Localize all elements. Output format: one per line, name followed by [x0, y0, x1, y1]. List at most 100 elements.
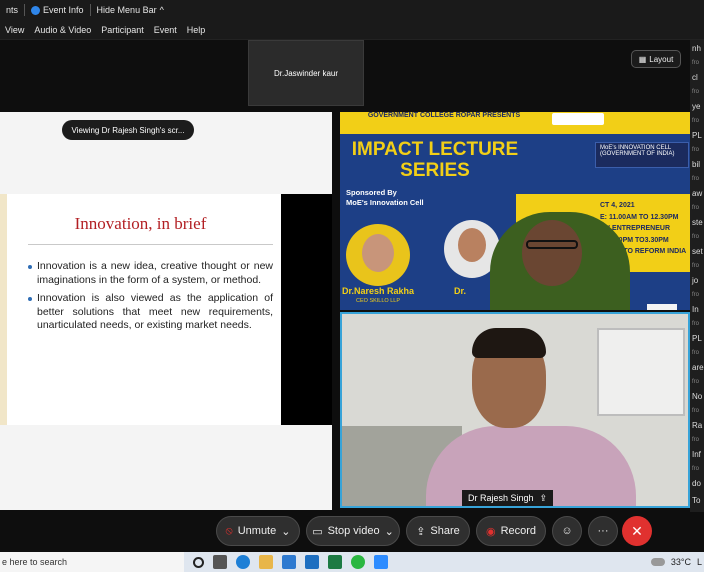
menu-item-view[interactable]: View	[0, 25, 29, 35]
chevron-down-icon: ⌄	[281, 525, 291, 538]
chat-message: In	[692, 305, 699, 314]
speaker-name: Dr.	[454, 286, 467, 296]
cell-sub: (GOVERNMENT OF INDIA)	[600, 151, 675, 157]
top-bar: nts Event Info Hide Menu Bar ^	[0, 0, 704, 20]
video-camera-icon: ▭	[312, 525, 323, 538]
cortana-icon[interactable]	[193, 556, 204, 568]
weather-icon	[650, 558, 665, 566]
participants-label: nts	[6, 5, 19, 15]
layout-label: Layout	[649, 54, 674, 64]
chat-message: ye	[692, 102, 701, 111]
chat-panel[interactable]: nh fro cl fro ye fro PL fro bil fro aw f…	[690, 40, 704, 516]
chat-meta: fro	[692, 234, 700, 240]
smiley-icon: ☺	[561, 525, 573, 537]
system-tray: 33°C L	[650, 552, 704, 572]
chat-message: nh	[692, 44, 701, 53]
participants-tab[interactable]: nts	[0, 5, 24, 15]
chevron-down-icon: ⌄	[384, 525, 394, 538]
chat-message: cl	[692, 73, 698, 82]
layout-grid-icon: ▦	[638, 54, 647, 64]
schedule-date: CT 4, 2021	[600, 202, 635, 209]
video-stage: Dr.Jaswinder kaur ▦ Layout Viewing Dr Ra…	[0, 40, 690, 516]
share-button[interactable]: ⇪ Share	[406, 516, 470, 546]
poster-title-line: IMPACT LECTURE	[351, 139, 519, 160]
chat-message: Ra	[692, 421, 703, 430]
layout-button[interactable]: ▦ Layout	[631, 50, 681, 68]
meeting-controls: ⦸ Unmute ⌄ ▭ Stop video ⌄ ⇪ Share ◉ Reco…	[0, 512, 704, 552]
poster-logo	[552, 113, 604, 125]
chat-message: do	[692, 479, 701, 488]
chat-message: ste	[692, 218, 703, 227]
mail-icon[interactable]	[305, 555, 319, 569]
record-button[interactable]: ◉ Record	[476, 516, 546, 546]
event-info-button[interactable]: Event Info	[25, 5, 90, 15]
participant-name-label: Dr Rajesh Singh ⇪	[462, 490, 554, 506]
participant-name: Dr.Jaswinder kaur	[273, 68, 339, 78]
viewing-indicator[interactable]: Viewing Dr Rajesh Singh's scr...	[62, 120, 194, 140]
temperature[interactable]: 33°C	[671, 557, 691, 567]
edge-browser-icon[interactable]	[236, 555, 250, 569]
chat-meta: fro	[692, 321, 700, 327]
chat-message: are	[692, 363, 704, 372]
participant-tile-poster[interactable]: GOVERNMENT COLLEGE ROPAR PRESENTS IMPACT…	[340, 112, 690, 310]
participant-tile-jaswinder[interactable]: Dr.Jaswinder kaur	[248, 40, 364, 106]
chat-meta: fro	[692, 408, 700, 414]
event-info-label: Event Info	[43, 5, 84, 15]
screen-share-view[interactable]: Viewing Dr Rajesh Singh's scr... Innovat…	[0, 112, 332, 510]
chat-message: bil	[692, 160, 701, 169]
store-icon[interactable]	[282, 555, 296, 569]
hide-menu-bar-button[interactable]: Hide Menu Bar ^	[91, 5, 170, 15]
chat-message: PL	[692, 334, 702, 343]
chat-meta: fro	[692, 176, 700, 182]
schedule-time: E: 11.00AM TO 12.30PM	[600, 213, 679, 221]
qr-code	[647, 304, 677, 310]
stop-video-button[interactable]: ▭ Stop video ⌄	[306, 516, 400, 546]
slide-divider	[28, 244, 273, 245]
reactions-button[interactable]: ☺	[552, 516, 582, 546]
presentation-slide: Innovation, in brief Innovation is a new…	[0, 194, 281, 425]
speaker-role: CEO SKILLO LLP	[356, 298, 401, 304]
hide-menu-label: Hide Menu Bar	[96, 5, 157, 15]
menu-item-participant[interactable]: Participant	[96, 25, 149, 35]
viewing-label: Viewing Dr Rajesh Singh's scr...	[71, 125, 185, 135]
participant-tile-active-speaker[interactable]: Dr Rajesh Singh ⇪	[340, 312, 690, 508]
record-label: Record	[500, 525, 537, 537]
leave-button[interactable]: ✕	[622, 516, 652, 546]
task-view-icon[interactable]	[213, 555, 227, 569]
chevron-up-icon: ^	[159, 5, 164, 15]
participant-name: Dr Rajesh Singh	[468, 493, 534, 503]
speaker-photo	[346, 224, 410, 286]
menu-item-event[interactable]: Event	[149, 25, 182, 35]
taskbar-search[interactable]: e here to search	[0, 552, 184, 572]
whatsapp-icon[interactable]	[351, 555, 365, 569]
chat-meta: fro	[692, 350, 700, 356]
webcam-person-face	[522, 220, 582, 286]
unmute-button[interactable]: ⦸ Unmute ⌄	[216, 516, 300, 546]
search-placeholder: e here to search	[2, 557, 68, 567]
chat-meta: fro	[692, 205, 700, 211]
glasses	[526, 240, 578, 249]
menu-bar: View Audio & Video Participant Event Hel…	[0, 20, 704, 40]
share-screen-icon: ⇪	[416, 525, 426, 538]
more-button[interactable]: ···	[588, 516, 618, 546]
menu-item-help[interactable]: Help	[182, 25, 211, 35]
poster-title: IMPACT LECTURE SERIES	[346, 139, 524, 182]
file-explorer-icon[interactable]	[259, 555, 273, 569]
close-icon: ✕	[631, 522, 643, 539]
chat-meta: fro	[692, 292, 700, 298]
microphone-muted-icon: ⦸	[225, 524, 233, 537]
chat-message: aw	[692, 189, 703, 198]
chat-input-hint[interactable]: To	[690, 492, 704, 509]
chat-message: set	[692, 247, 703, 256]
screen-share-icon: ⇪	[539, 492, 548, 503]
chat-message: Inf	[692, 450, 701, 459]
more-icon: ···	[597, 525, 609, 537]
sponsor-name: MoE's Innovation Cell	[346, 197, 424, 207]
zoom-app-icon[interactable]	[374, 555, 388, 569]
poster-college: GOVERNMENT COLLEGE ROPAR PRESENTS	[367, 112, 521, 119]
menu-item-audio-video[interactable]: Audio & Video	[29, 25, 96, 35]
unmute-label: Unmute	[237, 525, 277, 537]
tray-extra[interactable]: L	[697, 557, 702, 567]
excel-icon[interactable]	[328, 555, 342, 569]
chat-meta: fro	[692, 437, 700, 443]
